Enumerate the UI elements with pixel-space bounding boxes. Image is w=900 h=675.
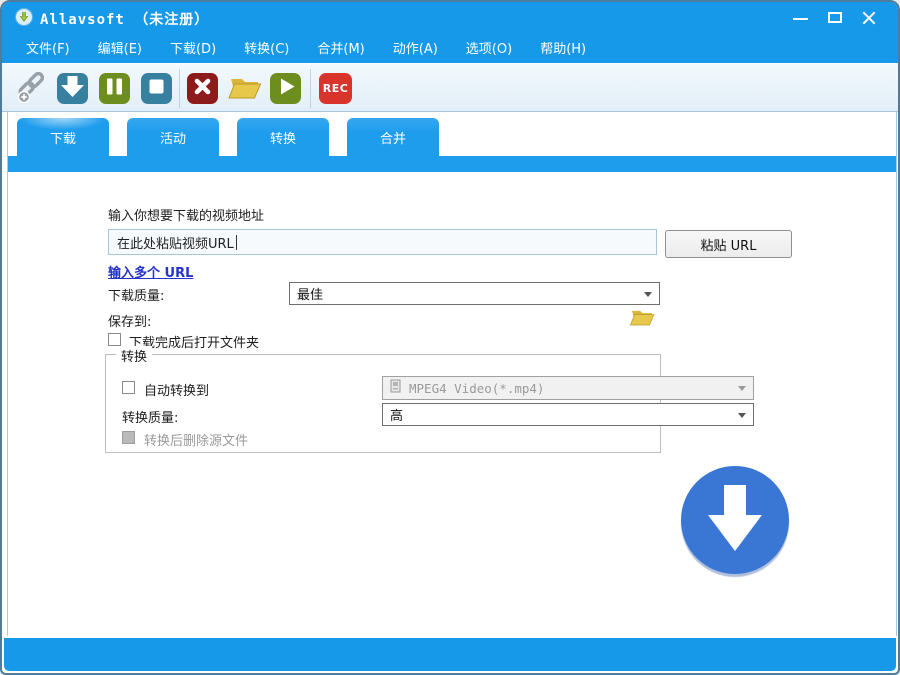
main-frame: 下载 活动 转换 合并 输入你想要下载的视频地址 在此处粘贴视频URL 粘贴 U…: [7, 112, 897, 636]
delete-source-label: 转换后删除源文件: [144, 434, 249, 449]
chevron-down-icon: [738, 413, 746, 418]
status-bar: [4, 638, 896, 671]
download-quality-select[interactable]: 最佳: [289, 282, 660, 305]
add-url-button[interactable]: [16, 71, 47, 104]
paste-url-button[interactable]: 粘贴 URL: [665, 230, 792, 258]
convert-format-select[interactable]: MPEG4 Video(*.mp4): [382, 376, 754, 400]
toolbar: REC: [2, 63, 898, 112]
tab-download[interactable]: 下载: [17, 118, 109, 156]
pause-icon: [99, 71, 130, 106]
tab-label: 活动: [159, 131, 186, 147]
menu-merge[interactable]: 合并(M): [307, 34, 374, 61]
url-label: 输入你想要下载的视频地址: [108, 209, 265, 224]
text-caret: [235, 234, 237, 250]
tab-label: 下载: [49, 131, 76, 147]
auto-convert-label: 自动转换到: [144, 384, 210, 399]
play-icon: [270, 71, 301, 106]
delete-button[interactable]: [187, 73, 218, 104]
url-placeholder: 在此处粘贴视频URL: [117, 236, 234, 252]
url-input[interactable]: 在此处粘贴视频URL: [108, 229, 657, 255]
tab-convert[interactable]: 转换: [237, 118, 329, 156]
stop-icon: [141, 71, 172, 106]
arrow-down-icon: [681, 464, 789, 576]
app-logo-icon: [15, 8, 33, 26]
menubar: 文件(F) 编辑(E) 下载(D) 转换(C) 合并(M) 动作(A) 选项(O…: [2, 32, 898, 63]
x-mark-icon: [187, 71, 218, 106]
stop-button[interactable]: [141, 73, 172, 104]
toolbar-separator: [179, 69, 180, 108]
download-quality-label: 下载质量:: [108, 289, 165, 304]
convert-group-title: 转换: [116, 346, 153, 365]
tab-label: 合并: [379, 131, 406, 147]
pause-button[interactable]: [99, 73, 130, 104]
chevron-down-icon: [738, 386, 746, 391]
paste-url-label: 粘贴 URL: [700, 238, 757, 254]
tab-activity[interactable]: 活动: [127, 118, 219, 156]
rec-label: REC: [322, 82, 349, 95]
toolbar-separator: [310, 69, 311, 108]
window-title: Allavsoft （未注册）: [40, 12, 210, 28]
start-download-button[interactable]: [57, 73, 88, 104]
menu-options[interactable]: 选项(O): [456, 34, 522, 61]
menu-help[interactable]: 帮助(H): [530, 34, 596, 61]
convert-quality-value: 高: [390, 409, 404, 424]
convert-quality-select[interactable]: 高: [382, 403, 754, 426]
menu-edit[interactable]: 编辑(E): [88, 34, 152, 61]
chevron-down-icon: [644, 292, 652, 297]
browse-save-folder-button[interactable]: [628, 305, 656, 332]
download-panel: 输入你想要下载的视频地址 在此处粘贴视频URL 粘贴 URL 输入多个 URL …: [8, 172, 896, 636]
folder-icon: [628, 310, 656, 332]
titlebar: Allavsoft （未注册）: [2, 2, 898, 32]
tabstrip: 下载 活动 转换 合并: [8, 112, 896, 156]
active-tab-band: [8, 156, 896, 172]
folder-icon: [226, 71, 263, 106]
big-download-button[interactable]: [681, 466, 789, 574]
tab-label: 转换: [269, 131, 296, 147]
save-to-label: 保存到:: [108, 315, 152, 330]
play-button[interactable]: [270, 73, 301, 104]
close-button[interactable]: [858, 10, 880, 26]
convert-groupbox: 转换 自动转换到 MPEG4 Video(*.mp4) 转换质量: 高 转换后删…: [105, 346, 754, 453]
tab-merge[interactable]: 合并: [347, 118, 439, 156]
multiple-url-link[interactable]: 输入多个 URL: [108, 262, 193, 281]
menu-download[interactable]: 下载(D): [160, 34, 226, 61]
link-plus-icon: [15, 70, 49, 108]
download-quality-value: 最佳: [297, 288, 324, 303]
record-button[interactable]: REC: [319, 73, 352, 104]
menu-convert[interactable]: 转换(C): [234, 34, 299, 61]
app-window: Allavsoft （未注册） 文件(F) 编辑(E) 下载(D) 转换(C) …: [0, 0, 900, 675]
menu-action[interactable]: 动作(A): [383, 34, 448, 61]
video-file-icon: [390, 379, 403, 397]
delete-source-checkbox[interactable]: [122, 431, 135, 444]
convert-quality-label: 转换质量:: [122, 411, 179, 426]
menu-file[interactable]: 文件(F): [16, 34, 80, 61]
minimize-button[interactable]: [790, 10, 812, 26]
auto-convert-checkbox[interactable]: [122, 381, 135, 394]
open-folder-after-download-checkbox[interactable]: [108, 333, 121, 346]
maximize-button[interactable]: [825, 10, 847, 26]
convert-format-value: MPEG4 Video(*.mp4): [409, 380, 545, 396]
arrow-down-icon: [57, 71, 88, 106]
open-folder-button[interactable]: [226, 73, 263, 104]
